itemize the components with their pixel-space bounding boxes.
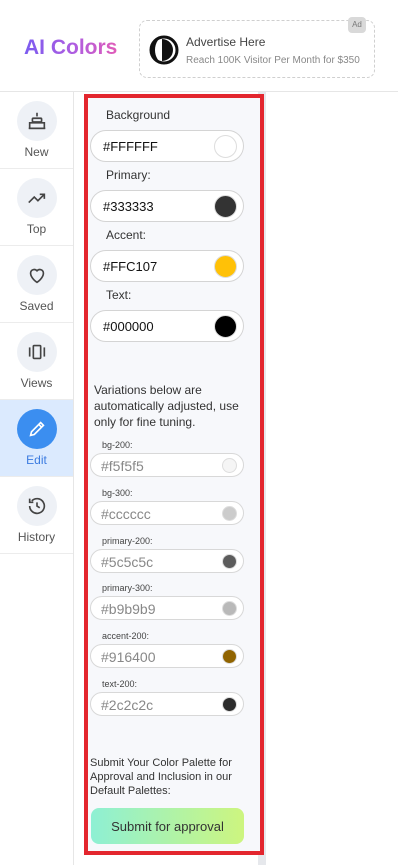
sidebar-item-history[interactable]: History [0,477,73,554]
nav-icon-circle [17,486,57,526]
text-label: Text: [106,288,132,302]
accent-label: Accent: [106,228,147,242]
color-swatch[interactable] [222,506,237,521]
color-swatch[interactable] [214,195,237,218]
palette-editor-panel: Background #FFFFFF Primary: #333333 Acce… [84,94,264,855]
view-carousel-icon [28,344,46,360]
app-logo[interactable]: AI Colors [24,36,117,60]
bg-200-input[interactable]: #f5f5f5 [90,453,244,477]
color-value: #b9b9b9 [101,601,156,617]
nav-icon-circle [17,332,57,372]
color-value: #FFC107 [103,259,158,274]
primary-200-label: primary-200: [102,536,153,546]
submit-note: Submit Your Color Palette for Approval a… [90,757,232,797]
nav-icon-circle [17,178,57,218]
color-value: #cccccc [101,506,151,522]
text-200-input[interactable]: #2c2c2c [90,692,244,716]
sidebar-item-label: New [24,145,49,159]
ad-subtitle: Reach 100K Visitor Per Month for $350 [186,55,360,66]
nav-icon-circle [17,255,57,295]
background-color-input[interactable]: #FFFFFF [90,130,244,162]
ad-banner[interactable]: Ad Advertise Here Reach 100K Visitor Per… [139,17,375,78]
sidebar-item-label: History [17,530,56,544]
history-icon [28,497,46,515]
color-value: #FFFFFF [103,139,158,154]
color-swatch[interactable] [222,554,237,569]
sidebar-item-top[interactable]: Top [0,169,73,246]
color-value: #000000 [103,319,154,334]
text-color-input[interactable]: #000000 [90,310,244,342]
color-swatch[interactable] [222,649,237,664]
accent-200-label: accent-200: [102,631,150,641]
heart-icon [29,268,45,284]
color-value: #333333 [103,199,154,214]
color-value: #2c2c2c [101,697,154,713]
half-moon-icon [149,35,179,65]
color-value: #f5f5f5 [101,458,144,474]
bg-200-label: bg-200: [102,440,133,450]
ad-title: Advertise Here [186,35,266,49]
nav-icon-circle [17,101,57,141]
color-swatch[interactable] [214,315,237,338]
sidebar-item-label: Views [20,376,53,390]
pencil-icon [29,421,45,437]
primary-color-input[interactable]: #333333 [90,190,244,222]
accent-color-input[interactable]: #FFC107 [90,250,244,282]
accent-200-input[interactable]: #916400 [90,644,244,668]
sidebar-item-label: Top [26,222,47,236]
sidebar-item-saved[interactable]: Saved [0,246,73,323]
sidebar-item-label: Saved [19,299,54,313]
primary-200-input[interactable]: #5c5c5c [90,549,244,573]
color-value: #916400 [101,649,156,665]
variations-note: Variations below are automatically adjus… [94,383,239,429]
background-label: Background [106,108,171,122]
nav-icon-circle [17,409,57,449]
submit-for-approval-button[interactable]: Submit for approval [91,808,244,844]
primary-300-input[interactable]: #b9b9b9 [90,596,244,620]
color-swatch[interactable] [214,135,237,158]
text-200-label: text-200: [102,679,138,689]
color-swatch[interactable] [222,458,237,473]
color-swatch[interactable] [214,255,237,278]
cake-icon [28,112,46,130]
app-header: AI Colors Ad Advertise Here Reach 100K V… [0,0,398,92]
sidebar-nav: New Top Saved Views Edit History [0,92,74,865]
color-swatch[interactable] [222,601,237,616]
primary-label: Primary: [106,168,151,182]
primary-300-label: primary-300: [102,583,153,593]
bg-300-input[interactable]: #cccccc [90,501,244,525]
trending-up-icon [28,193,46,204]
color-value: #5c5c5c [101,554,154,570]
sidebar-item-edit[interactable]: Edit [0,400,73,477]
sidebar-item-new[interactable]: New [0,92,73,169]
sidebar-item-views[interactable]: Views [0,323,73,400]
ad-badge: Ad [348,17,366,33]
bg-300-label: bg-300: [102,488,133,498]
color-swatch[interactable] [222,697,237,712]
sidebar-item-label: Edit [26,453,47,467]
